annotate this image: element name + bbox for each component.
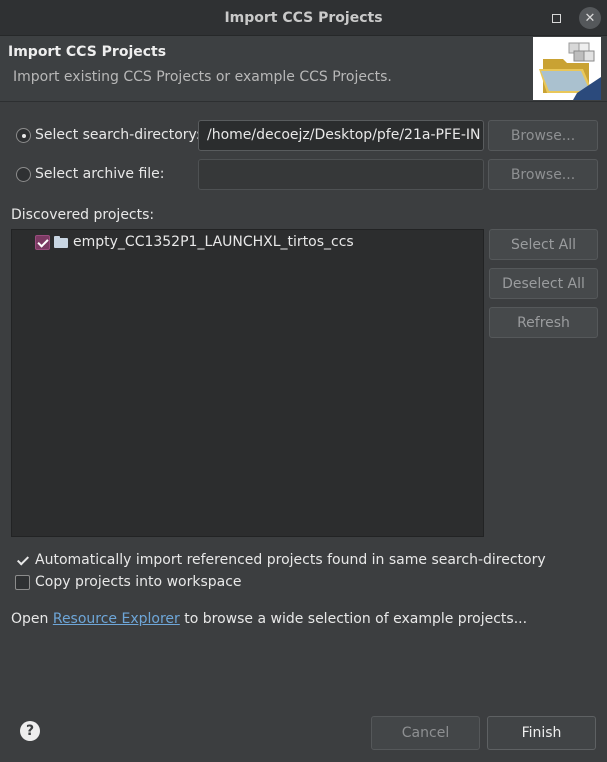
footer-prefix: Open <box>11 611 53 627</box>
archive-browse-button[interactable]: Browse... <box>488 159 598 190</box>
search-directory-label: Select search-directory: <box>35 127 201 143</box>
select-all-button[interactable]: Select All <box>489 229 598 260</box>
finish-button[interactable]: Finish <box>487 716 596 750</box>
cancel-button[interactable]: Cancel <box>371 716 480 750</box>
auto-import-checkbox[interactable] <box>15 553 30 568</box>
title-bar: Import CCS Projects ✕ <box>0 0 607 36</box>
footer-suffix: to browse a wide selection of example pr… <box>179 611 528 627</box>
dialog-header: Import CCS Projects Import existing CCS … <box>0 36 607 102</box>
project-checkbox[interactable] <box>35 235 50 250</box>
search-directory-radio[interactable] <box>16 128 31 143</box>
import-folder-icon <box>533 37 601 100</box>
copy-projects-checkbox[interactable] <box>15 575 30 590</box>
deselect-all-button[interactable]: Deselect All <box>489 268 598 299</box>
header-title: Import CCS Projects <box>8 44 167 60</box>
search-directory-field[interactable]: /home/decoejz/Desktop/pfe/21a-PFE-IN <box>198 120 484 151</box>
discovered-projects-label: Discovered projects: <box>11 207 155 223</box>
maximize-icon <box>551 13 561 23</box>
archive-file-field[interactable] <box>198 159 484 190</box>
archive-file-label: Select archive file: <box>35 166 165 182</box>
projects-tree[interactable]: empty_CC1352P1_LAUNCHXL_tirtos_ccs <box>11 229 484 537</box>
help-icon[interactable]: ? <box>20 721 40 741</box>
close-button[interactable]: ✕ <box>579 7 601 29</box>
copy-projects-label: Copy projects into workspace <box>35 574 242 590</box>
folder-icon <box>54 236 68 248</box>
window-title: Import CCS Projects <box>224 9 383 26</box>
archive-file-radio[interactable] <box>16 167 31 182</box>
header-subtitle: Import existing CCS Projects or example … <box>13 69 392 85</box>
project-name[interactable]: empty_CC1352P1_LAUNCHXL_tirtos_ccs <box>73 234 354 250</box>
resource-explorer-text: Open Resource Explorer to browse a wide … <box>11 611 527 627</box>
close-icon: ✕ <box>584 10 596 26</box>
import-dialog: Import CCS Projects ✕ Import CCS Project… <box>0 0 607 762</box>
resource-explorer-link[interactable]: Resource Explorer <box>53 611 180 627</box>
refresh-button[interactable]: Refresh <box>489 307 598 338</box>
auto-import-label: Automatically import referenced projects… <box>35 552 546 568</box>
search-browse-button[interactable]: Browse... <box>488 120 598 151</box>
maximize-button[interactable] <box>545 7 567 29</box>
